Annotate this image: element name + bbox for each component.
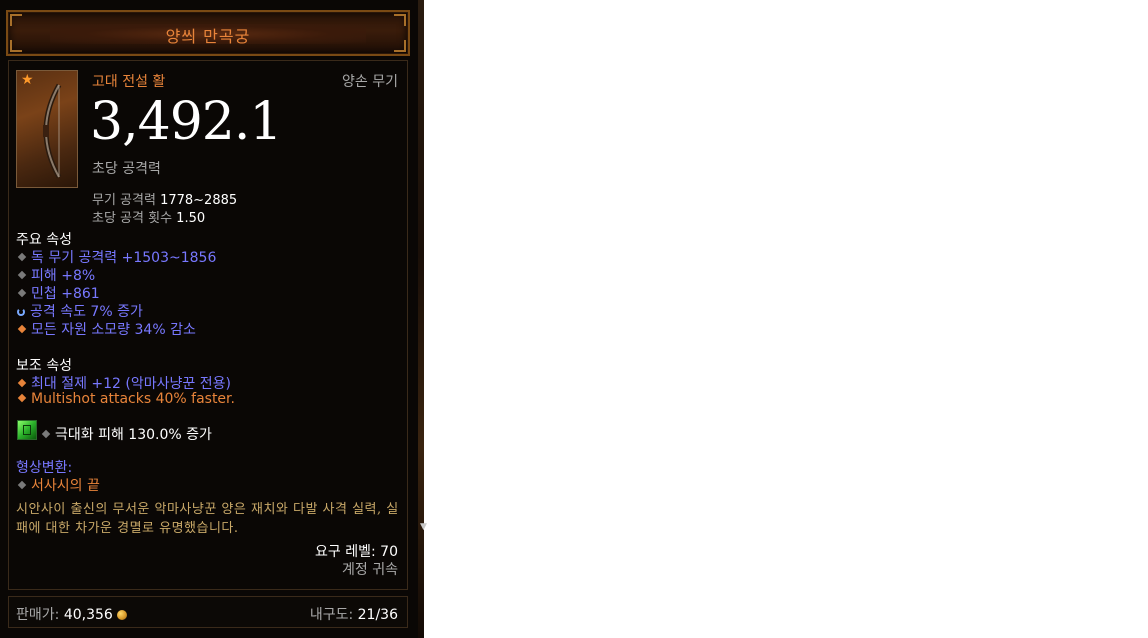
item-type: 고대 전설 활 <box>92 74 166 90</box>
flavor-text: 시안사이 출신의 무서운 악마사냥꾼 양은 재치와 다발 사격 실력, 실패에 … <box>16 502 399 536</box>
primary-attribute: 독 무기 공격력 +1503~1856 <box>16 247 216 267</box>
grey-diamond-bullet-icon <box>41 429 51 439</box>
chevron-down-icon: ▼ <box>420 522 427 532</box>
primary-attribute: 민첩 +861 <box>16 283 100 303</box>
item-name: 양씌 만곡궁 <box>165 27 251 46</box>
required-level-value: 70 <box>380 544 398 560</box>
attack-speed-value: 1.50 <box>176 211 206 226</box>
attack-speed-label: 초당 공격 횟수 <box>92 211 173 226</box>
secondary-attribute: 최대 절제 +12 (악마사냥꾼 전용) <box>16 373 231 393</box>
primary-attribute: 모든 자원 소모량 34% 감소 <box>16 319 196 339</box>
gold-coin-icon <box>116 610 127 620</box>
dps-value: 3,492.1 <box>90 92 282 152</box>
attribute-text: 민첩 +861 <box>31 286 100 302</box>
bow-icon <box>43 83 62 179</box>
attribute-text: 공격 속도 7% 증가 <box>30 304 143 320</box>
weapon-damage-line: 무기 공격력 1778~2885 <box>92 189 237 208</box>
grey-diamond-bullet-icon <box>17 252 27 262</box>
orange-diamond-bullet-icon <box>17 324 27 334</box>
socket-effect-text: 극대화 피해 130.0% 증가 <box>55 427 212 443</box>
secondary-attributes-title: 보조 속성 <box>16 358 72 374</box>
primary-attribute: 피해 +8% <box>16 265 95 285</box>
primary-attribute: 공격 속도 7% 증가 <box>16 301 143 321</box>
gem-facet <box>23 425 31 435</box>
required-level-label: 요구 레벨: <box>315 544 376 560</box>
grey-diamond-bullet-icon <box>17 480 27 490</box>
socket-effect: 극대화 피해 130.0% 증가 <box>40 424 212 444</box>
transmog-value: 서사시의 끝 <box>16 475 100 495</box>
item-tooltip: 양씌 만곡궁 ★ 고대 전설 활 양손 무기 3,492.1 초당 공격력 무기… <box>0 0 424 638</box>
sell-price-label: 판매가: <box>16 607 60 623</box>
background-game-edge <box>418 0 424 638</box>
attribute-text: 피해 +8% <box>31 268 96 284</box>
transmog-value-text: 서사시의 끝 <box>31 478 100 494</box>
attribute-text: 모든 자원 소모량 34% 감소 <box>31 322 196 338</box>
grey-diamond-bullet-icon <box>17 270 27 280</box>
transmog-title: 형상변환: <box>16 460 73 476</box>
orange-diamond-bullet-icon <box>17 393 27 403</box>
dps-label: 초당 공격력 <box>92 161 161 177</box>
weapon-damage-value: 1778~2885 <box>160 193 238 208</box>
item-slot: 양손 무기 <box>342 74 398 90</box>
emerald-gem-icon <box>17 420 37 440</box>
required-level: 요구 레벨: 70 <box>315 541 398 561</box>
tooltip-header: 양씌 만곡궁 <box>6 10 410 56</box>
attack-speed-line: 초당 공격 횟수 1.50 <box>92 207 205 226</box>
durability-value: 21/36 <box>357 607 398 623</box>
attribute-text: Multishot attacks 40% faster. <box>31 391 235 407</box>
durability: 내구도: 21/36 <box>310 604 398 624</box>
attribute-text: 최대 절제 +12 (악마사냥꾼 전용) <box>31 376 231 392</box>
item-icon: ★ <box>16 70 78 188</box>
account-bound-label: 계정 귀속 <box>342 562 398 578</box>
secondary-attribute: Multishot attacks 40% faster. <box>16 391 235 407</box>
grey-diamond-bullet-icon <box>17 288 27 298</box>
primary-attributes-title: 주요 속성 <box>16 232 72 248</box>
durability-label: 내구도: <box>309 607 354 623</box>
sell-price: 판매가: 40,356 <box>16 604 127 624</box>
enchanted-swirl-icon <box>17 307 25 316</box>
sell-price-value: 40,356 <box>63 607 113 623</box>
attribute-text: 독 무기 공격력 +1503~1856 <box>31 250 217 266</box>
weapon-damage-label: 무기 공격력 <box>92 193 156 208</box>
orange-diamond-bullet-icon <box>17 378 27 388</box>
